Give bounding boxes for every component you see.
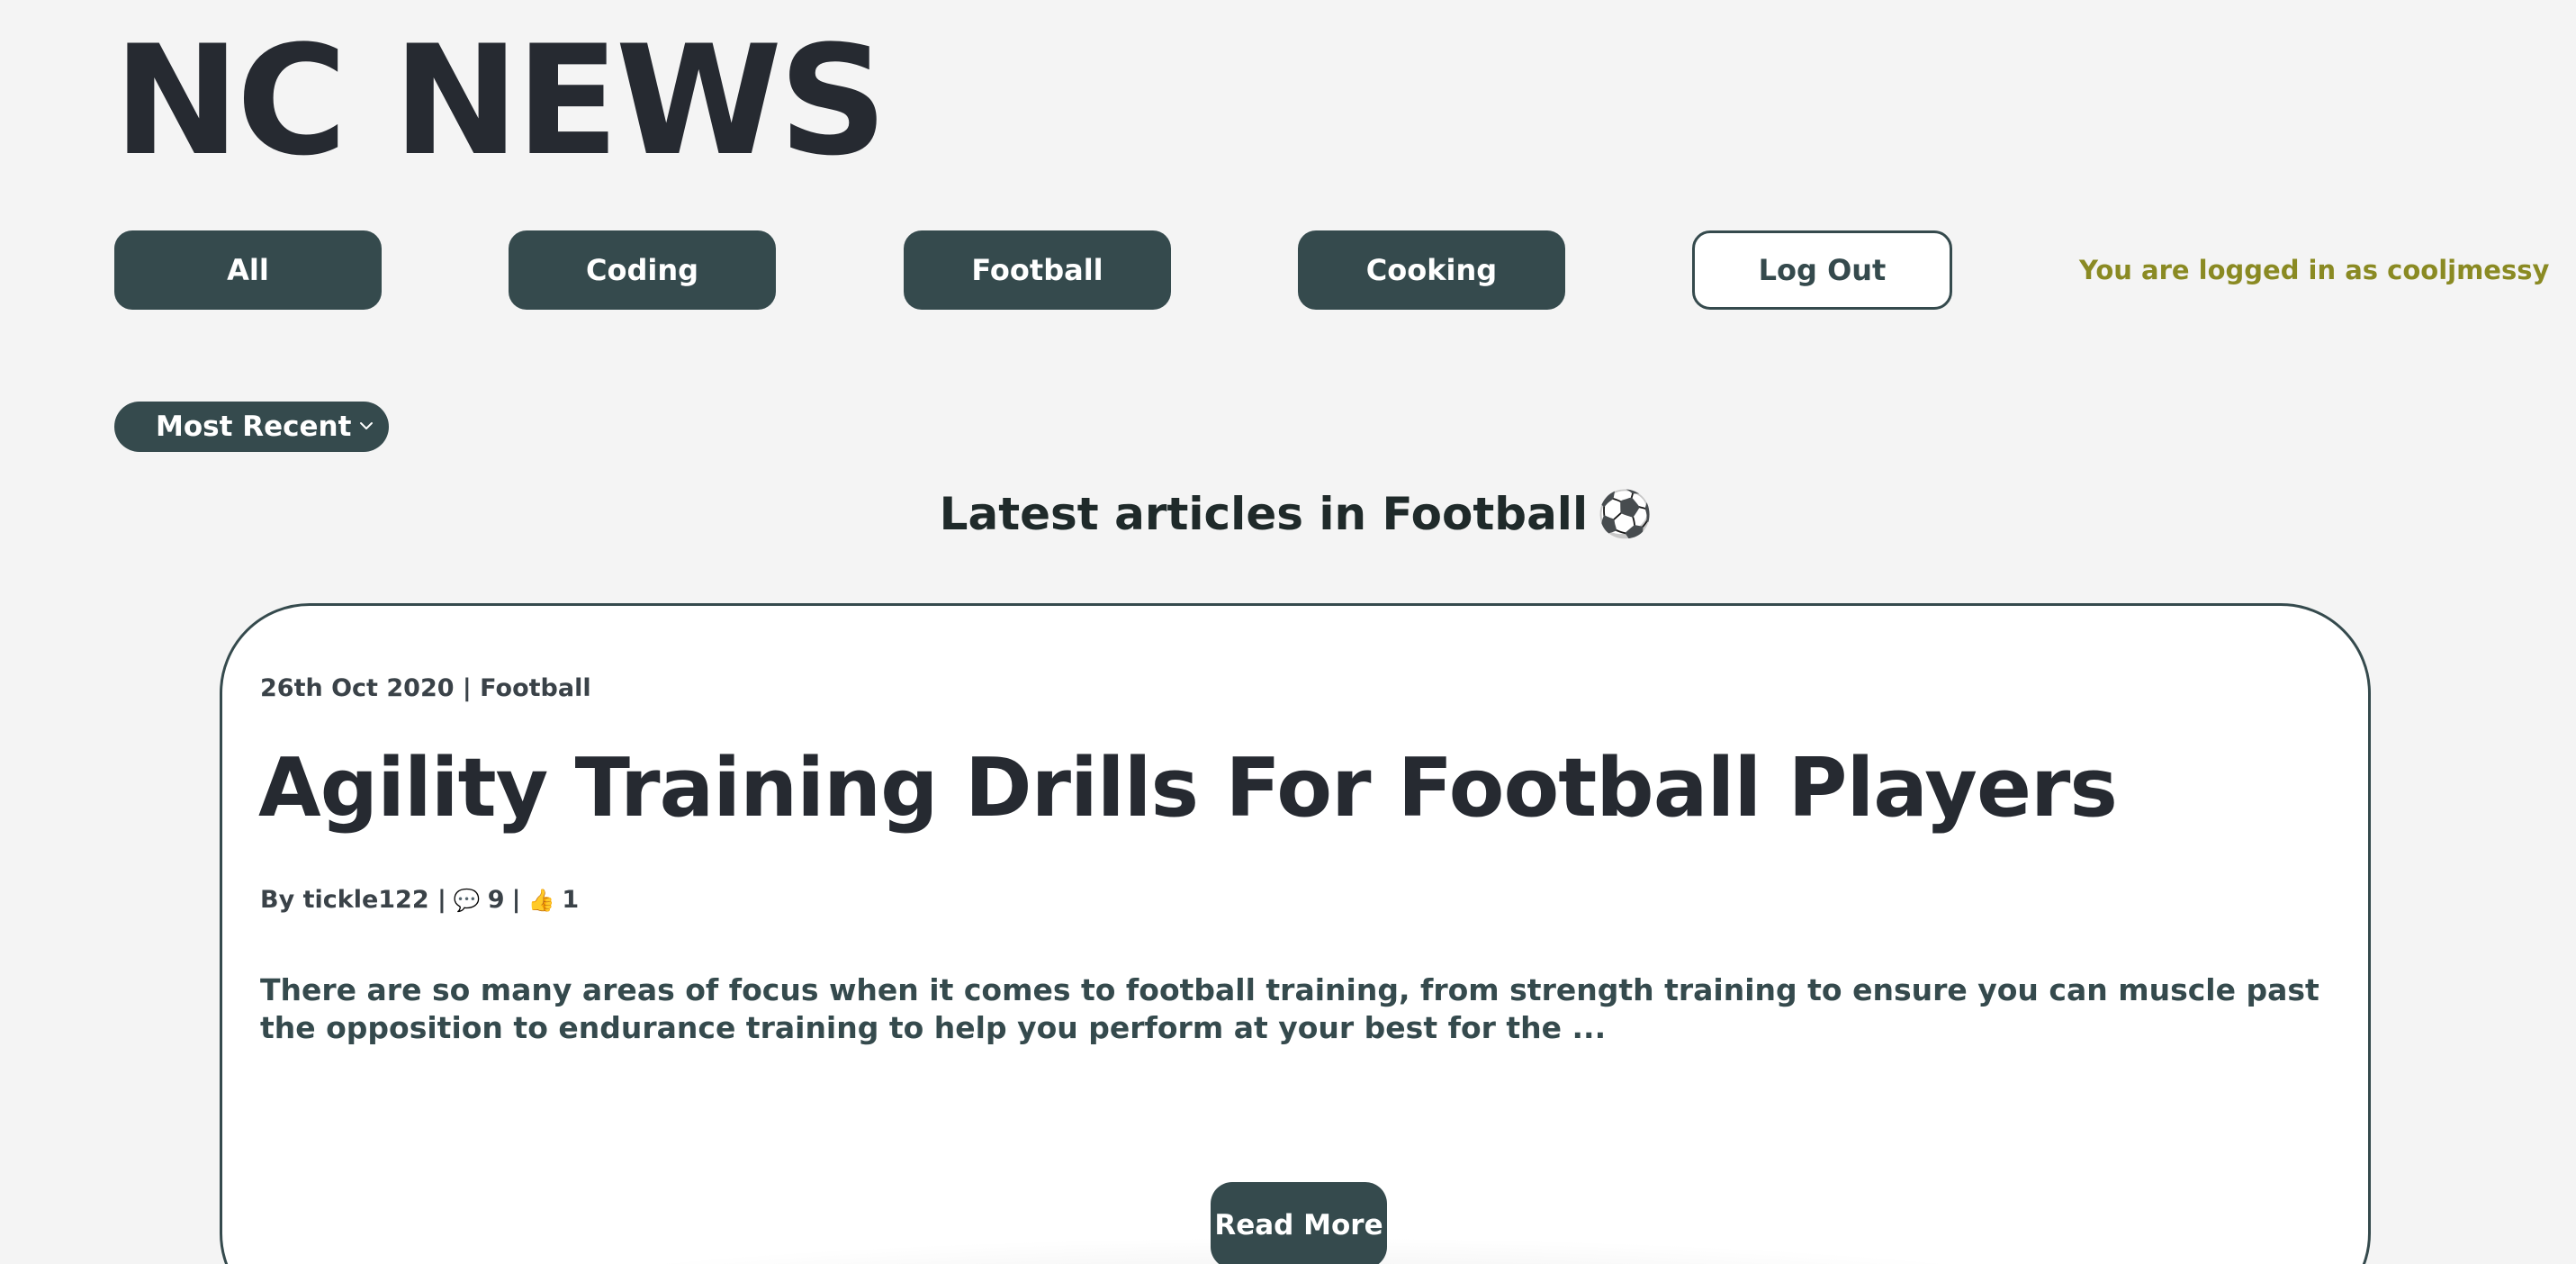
thumbs-up-icon: 👍 xyxy=(527,887,555,913)
sort-select[interactable]: Most Recent xyxy=(114,402,389,452)
nav-all-button[interactable]: All xyxy=(114,230,382,310)
football-icon: ⚽ xyxy=(1597,488,1653,540)
site-title: NC NEWS xyxy=(113,13,887,189)
article-meta: 26th Oct 2020 | Football xyxy=(260,674,591,702)
page: NC NEWS All Coding Football Cooking Log … xyxy=(0,0,2576,1264)
section-heading: Latest articles in Football ⚽ xyxy=(0,488,2576,541)
read-more-button[interactable]: Read More xyxy=(1211,1182,1387,1264)
comment-icon: 💬 xyxy=(453,887,481,913)
section-heading-text: Latest articles in Football xyxy=(939,488,1589,540)
nav-coding-button[interactable]: Coding xyxy=(509,230,776,310)
article-excerpt: There are so many areas of focus when it… xyxy=(260,972,2319,1045)
nav-football-button[interactable]: Football xyxy=(904,230,1171,310)
login-status: You are logged in as cooljmessy xyxy=(2079,255,2550,285)
topic-nav: All Coding Football Cooking Log Out You … xyxy=(0,230,2576,311)
sort-selected-value: Most Recent xyxy=(156,411,352,443)
article-card: 26th Oct 2020 | Football Agility Trainin… xyxy=(220,603,2371,1264)
chevron-down-icon xyxy=(360,422,373,429)
article-stats: By tickle122 | 💬 9 | 👍 1 xyxy=(260,886,579,914)
stats-separator: | xyxy=(511,886,521,914)
article-author: By tickle122 | xyxy=(260,886,446,914)
article-title[interactable]: Agility Training Drills For Football Pla… xyxy=(258,741,2118,835)
nav-cooking-button[interactable]: Cooking xyxy=(1298,230,1565,310)
vote-count: 1 xyxy=(562,886,580,914)
logout-button[interactable]: Log Out xyxy=(1692,230,1952,310)
comment-count: 9 xyxy=(487,886,505,914)
